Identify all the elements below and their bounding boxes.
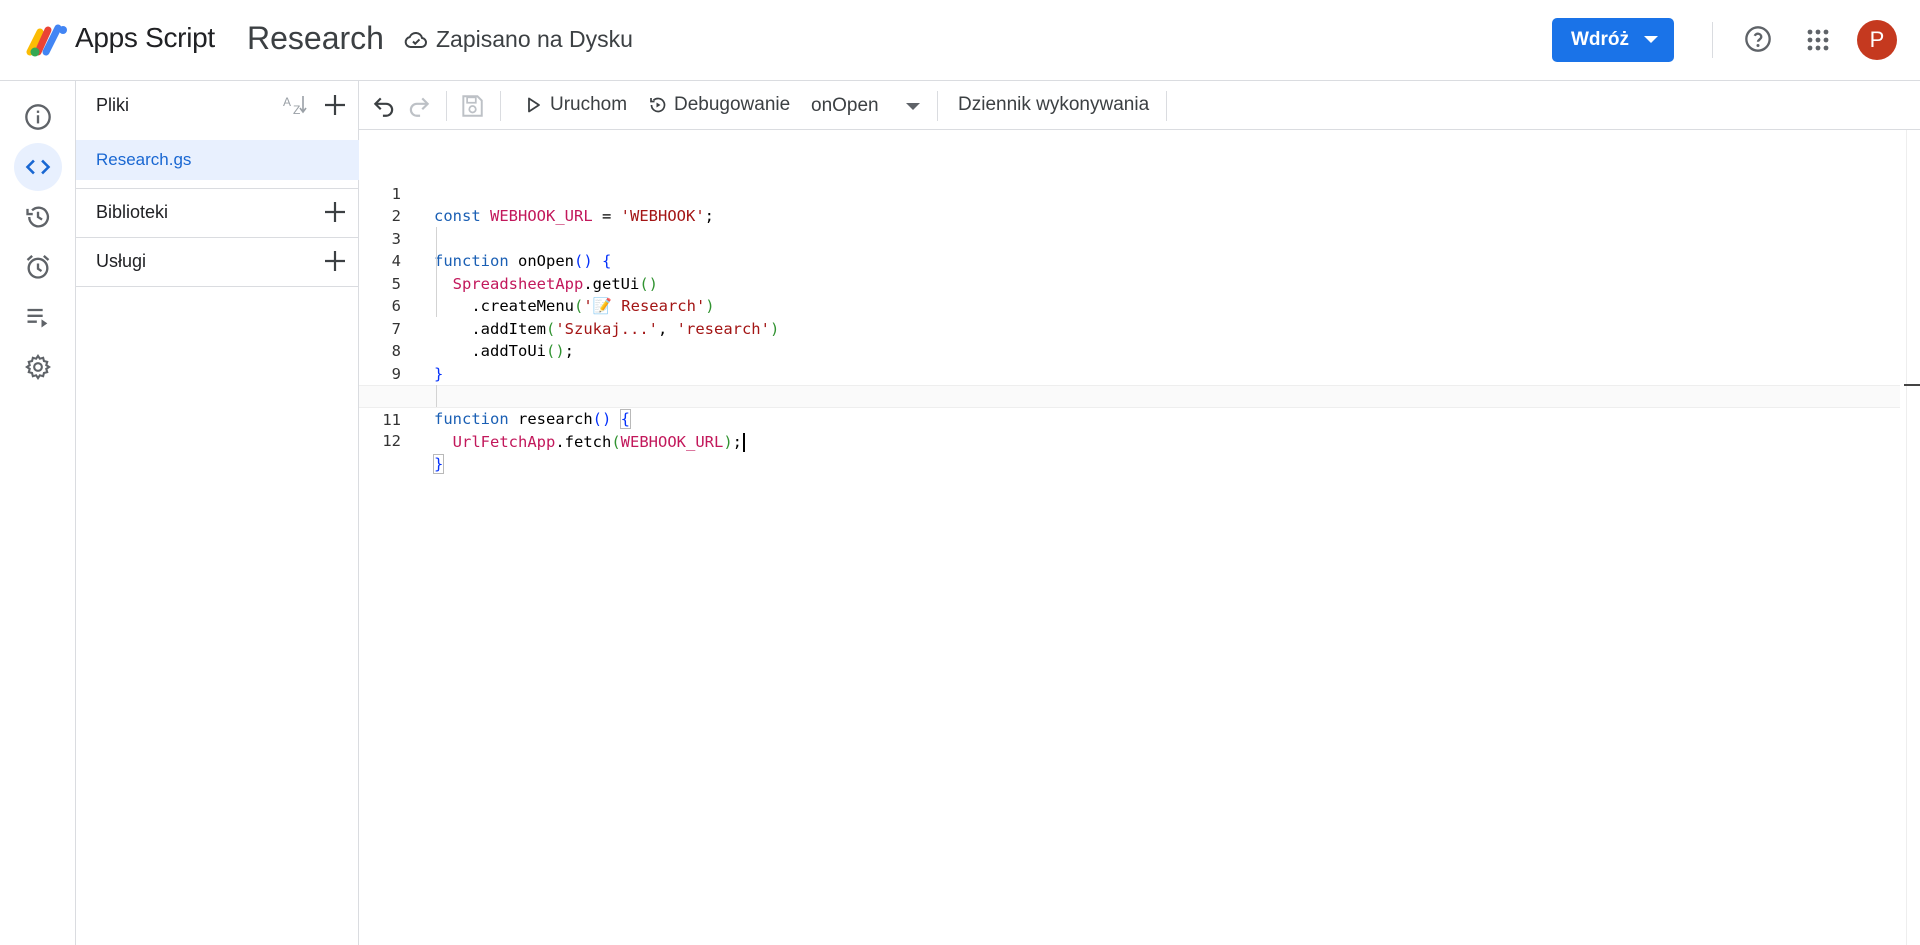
code-line[interactable]: 12 } bbox=[359, 408, 1900, 474]
rail-triggers-button[interactable] bbox=[14, 243, 62, 291]
chevron-down-icon[interactable] bbox=[906, 103, 920, 110]
save-status: Zapisano na Dysku bbox=[404, 26, 633, 53]
save-icon[interactable] bbox=[459, 93, 485, 119]
app-name[interactable]: Apps Script bbox=[75, 22, 215, 54]
files-header: Pliki A Z bbox=[76, 81, 359, 130]
rail-executions-button[interactable] bbox=[14, 293, 62, 341]
code-line[interactable]: 8 } bbox=[359, 318, 1900, 383]
indent-guide bbox=[436, 385, 437, 407]
code-text[interactable]: UrlFetchApp.fetch(WEBHOOK_URL); bbox=[434, 431, 746, 454]
line-number: 12 bbox=[382, 432, 401, 450]
rail-overview-button[interactable] bbox=[14, 93, 62, 141]
code-icon bbox=[25, 159, 51, 175]
toolbar-separator bbox=[1166, 91, 1167, 121]
code-line[interactable]: 3 function onOpen() { bbox=[359, 205, 1900, 271]
play-icon bbox=[528, 97, 540, 113]
code-line[interactable]: 6 .addItem('Szukaj...', 'research') bbox=[359, 273, 1900, 338]
deploy-button[interactable]: Wdróż bbox=[1552, 18, 1674, 62]
libraries-label: Biblioteki bbox=[96, 202, 169, 222]
history-icon bbox=[26, 206, 50, 228]
code-line-current[interactable]: 11 UrlFetchApp.fetch(WEBHOOK_URL); bbox=[359, 385, 1900, 452]
sort-az-icon[interactable]: A Z bbox=[281, 93, 309, 117]
code-line[interactable]: 4 SpreadsheetApp.getUi() bbox=[359, 228, 1900, 293]
run-button[interactable]: Uruchom bbox=[524, 94, 627, 116]
project-title[interactable]: Research bbox=[247, 20, 384, 57]
text-cursor bbox=[743, 433, 746, 452]
alarm-icon bbox=[26, 255, 50, 279]
execution-log-button[interactable]: Dziennik wykonywania bbox=[958, 94, 1149, 116]
rail-editor-button[interactable] bbox=[14, 143, 62, 191]
apps-script-logo-icon[interactable] bbox=[26, 22, 68, 58]
editor-scrollbar[interactable] bbox=[1906, 130, 1920, 945]
undo-icon[interactable] bbox=[371, 93, 397, 119]
overview-ruler-marker bbox=[1904, 384, 1920, 386]
files-panel: Pliki A Z Research.gs Biblioteki Usługi bbox=[76, 81, 359, 945]
execution-log-label: Dziennik wykonywania bbox=[958, 94, 1150, 115]
help-icon[interactable] bbox=[1744, 25, 1772, 53]
code-line[interactable]: 5 .createMenu('📝 Research') bbox=[359, 250, 1900, 316]
code-line[interactable]: 2 bbox=[359, 183, 1900, 225]
google-apps-icon[interactable] bbox=[1806, 28, 1830, 52]
code-line[interactable]: 9 bbox=[359, 340, 1900, 383]
panel-divider bbox=[76, 286, 359, 287]
run-label: Uruchom bbox=[550, 94, 628, 115]
toolbar-separator bbox=[446, 91, 447, 121]
code-line[interactable]: 7 .addToUi(); bbox=[359, 295, 1900, 361]
code-line[interactable]: 1 const WEBHOOK_URL = 'WEBHOOK'; bbox=[359, 160, 1900, 226]
libraries-row: Biblioteki bbox=[76, 188, 359, 237]
toolbar-separator bbox=[500, 91, 501, 121]
debug-label: Debugowanie bbox=[674, 94, 791, 115]
code-area[interactable]: 1 const WEBHOOK_URL = 'WEBHOOK'; 2 3 fun… bbox=[359, 160, 1900, 474]
services-row: Usługi bbox=[76, 237, 359, 286]
code-editor[interactable]: 1 const WEBHOOK_URL = 'WEBHOOK'; 2 3 fun… bbox=[359, 130, 1920, 945]
deploy-label: Wdróż bbox=[1571, 29, 1630, 50]
debug-button[interactable]: Debugowanie bbox=[648, 94, 790, 116]
services-label: Usługi bbox=[96, 251, 147, 271]
chevron-down-icon bbox=[1644, 36, 1658, 43]
gear-icon bbox=[25, 354, 51, 380]
files-header-label: Pliki bbox=[96, 95, 130, 115]
add-library-plus-icon[interactable] bbox=[323, 200, 347, 224]
svg-text:A: A bbox=[283, 95, 291, 109]
save-status-label: Zapisano na Dysku bbox=[436, 26, 633, 52]
add-file-plus-icon[interactable] bbox=[323, 93, 347, 117]
code-text[interactable]: } bbox=[432, 453, 445, 476]
left-nav-rail bbox=[0, 81, 76, 945]
header-divider bbox=[1712, 22, 1713, 58]
top-bar: Apps Script Research Zapisano na Dysku W… bbox=[0, 0, 1920, 81]
svg-text:Z: Z bbox=[293, 103, 300, 117]
add-service-plus-icon[interactable] bbox=[323, 249, 347, 273]
rail-history-button[interactable] bbox=[14, 193, 62, 241]
info-icon bbox=[25, 104, 51, 130]
indent-guide bbox=[436, 227, 437, 317]
toolbar-separator bbox=[937, 91, 938, 121]
debug-icon bbox=[650, 97, 666, 113]
code-line[interactable]: 10 function research() { bbox=[359, 363, 1900, 429]
executions-icon bbox=[27, 308, 48, 328]
cloud-done-icon bbox=[404, 31, 427, 48]
avatar[interactable]: P bbox=[1857, 20, 1897, 60]
redo-icon[interactable] bbox=[406, 93, 432, 119]
rail-settings-button[interactable] bbox=[14, 343, 62, 391]
editor-toolbar: Uruchom Debugowanie onOpen Dziennik wyko… bbox=[359, 81, 1920, 130]
file-item-research-gs[interactable]: Research.gs bbox=[76, 140, 359, 180]
